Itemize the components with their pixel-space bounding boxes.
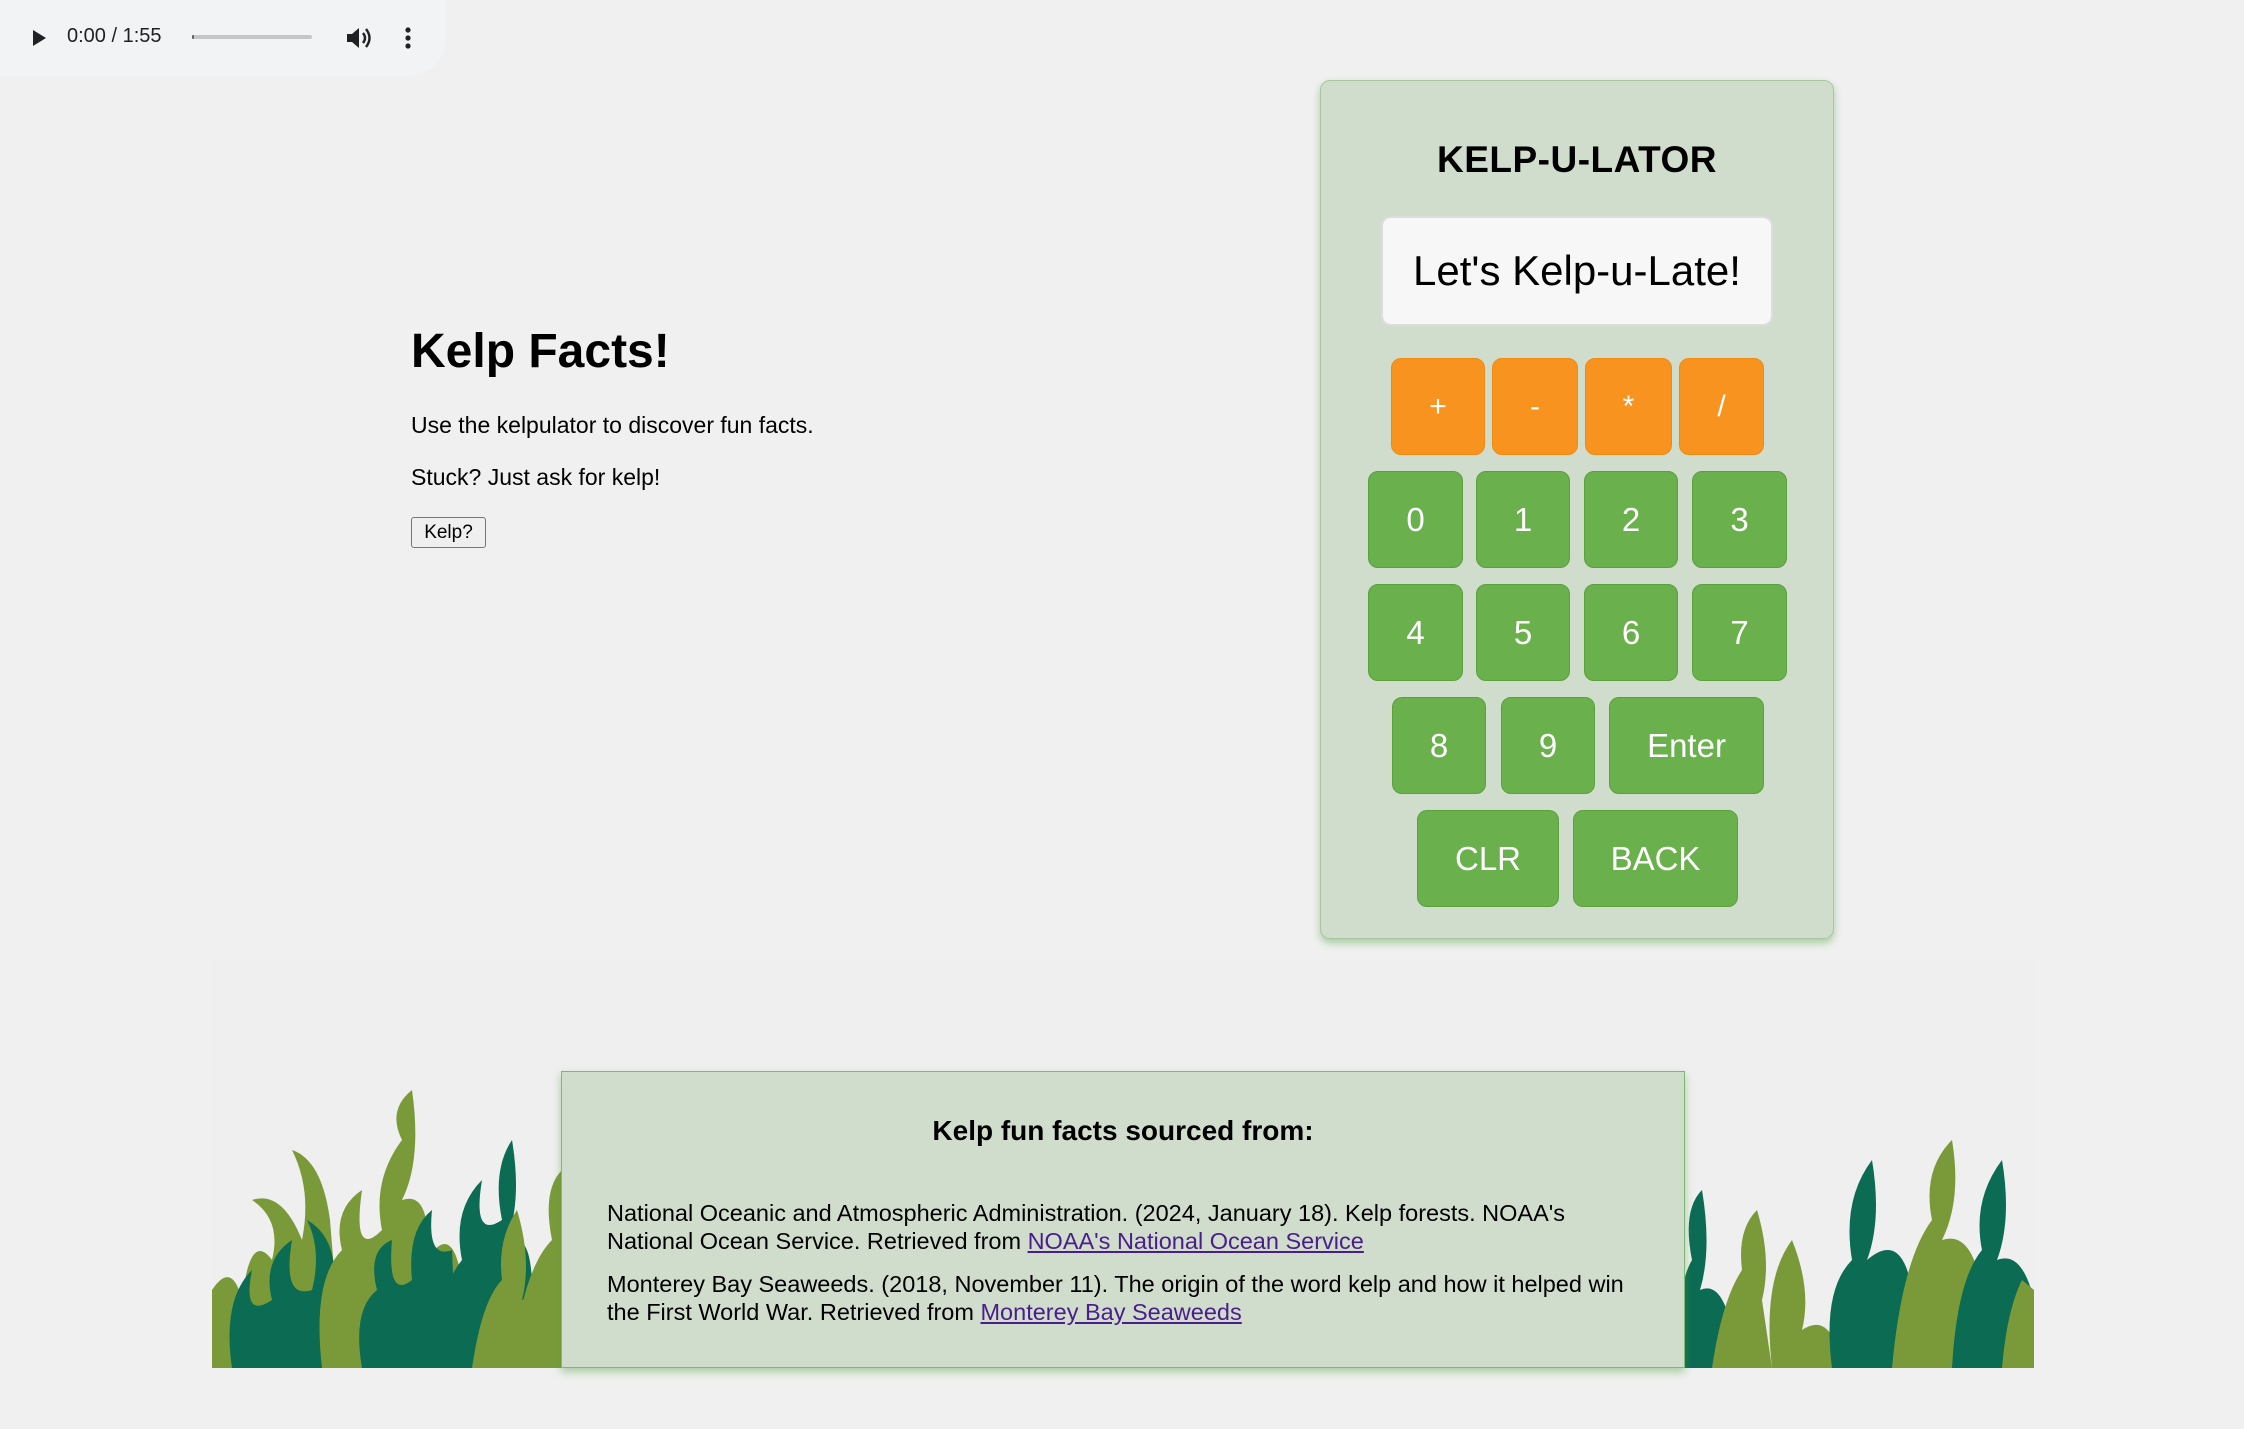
monterey-bay-link[interactable]: Monterey Bay Seaweeds <box>980 1299 1241 1325</box>
volume-icon[interactable] <box>344 24 374 52</box>
facts-intro: Use the kelpulator to discover fun facts… <box>411 412 814 438</box>
key-enter[interactable]: Enter <box>1609 697 1764 794</box>
key-plus[interactable]: + <box>1391 358 1485 455</box>
page: 0:00 / 1:55 Kelp Facts! Use the kelpulat… <box>0 0 2244 1429</box>
key-0[interactable]: 0 <box>1368 471 1463 568</box>
key-minus[interactable]: - <box>1492 358 1578 455</box>
key-clear[interactable]: CLR <box>1417 810 1559 907</box>
play-icon[interactable] <box>26 26 50 50</box>
calculator-title: KELP-U-LATOR <box>1436 139 1718 180</box>
audio-player: 0:00 / 1:55 <box>0 0 446 76</box>
noaa-link[interactable]: NOAA's National Ocean Service <box>1028 1228 1364 1254</box>
key-5[interactable]: 5 <box>1476 584 1570 681</box>
kelp-help-button[interactable]: Kelp? <box>411 517 486 548</box>
audio-progress-slider[interactable] <box>192 35 312 39</box>
audio-time: 0:00 / 1:55 <box>67 25 162 47</box>
key-4[interactable]: 4 <box>1368 584 1463 681</box>
more-vert-icon[interactable] <box>398 24 418 52</box>
facts-section: Kelp Facts! Use the kelpulator to discov… <box>411 320 814 548</box>
key-divide[interactable]: / <box>1679 358 1764 455</box>
key-multiply[interactable]: * <box>1585 358 1672 455</box>
key-9[interactable]: 9 <box>1501 697 1595 794</box>
kelpulator: KELP-U-LATOR Let's Kelp-u-Late! + - * / … <box>1320 80 1834 939</box>
source-reference-noaa: National Oceanic and Atmospheric Adminis… <box>607 1199 1647 1255</box>
calculator-display: Let's Kelp-u-Late! <box>1381 216 1773 326</box>
facts-stuck: Stuck? Just ask for kelp! <box>411 464 661 490</box>
key-8[interactable]: 8 <box>1392 697 1486 794</box>
sources-heading: Kelp fun facts sourced from: <box>932 1115 1314 1146</box>
source-reference-monterey: Monterey Bay Seaweeds. (2018, November 1… <box>607 1270 1647 1326</box>
facts-heading: Kelp Facts! <box>411 325 670 378</box>
sources-panel: Kelp fun facts sourced from: National Oc… <box>561 1071 1685 1368</box>
key-back[interactable]: BACK <box>1573 810 1738 907</box>
key-3[interactable]: 3 <box>1692 471 1787 568</box>
key-7[interactable]: 7 <box>1692 584 1787 681</box>
key-6[interactable]: 6 <box>1584 584 1678 681</box>
key-1[interactable]: 1 <box>1476 471 1570 568</box>
key-2[interactable]: 2 <box>1584 471 1678 568</box>
